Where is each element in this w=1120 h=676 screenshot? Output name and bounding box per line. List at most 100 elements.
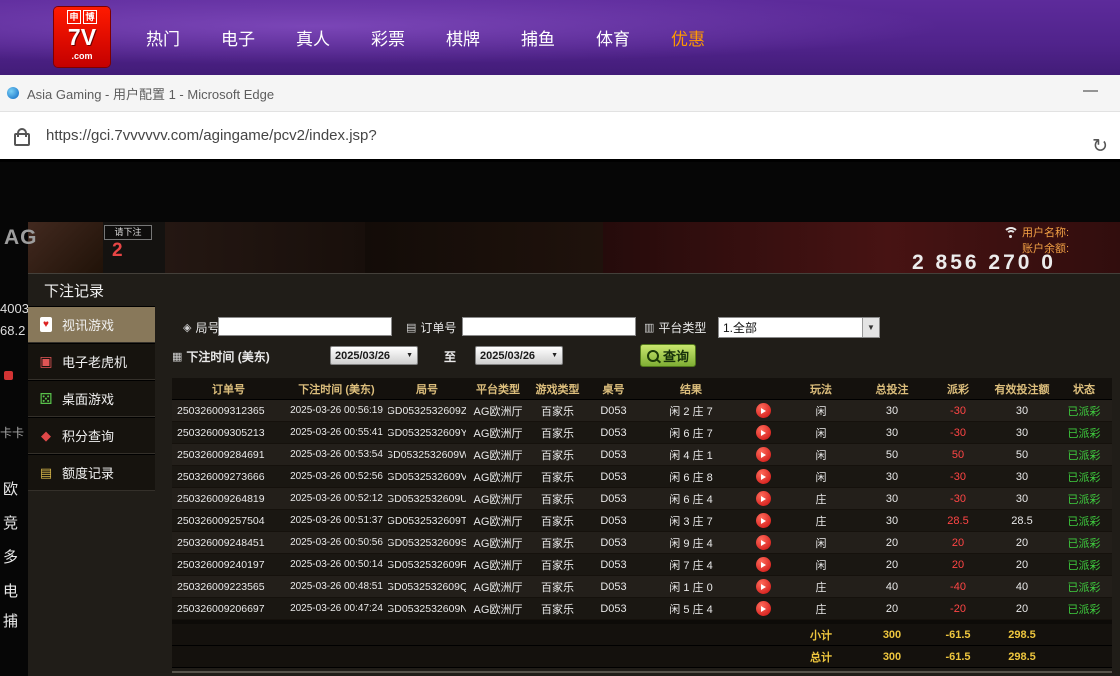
edge-favicon	[7, 87, 19, 99]
search-button[interactable]: 查询	[640, 344, 696, 367]
bg-fragment: 电	[3, 580, 18, 601]
grand-total-spacer	[172, 646, 786, 667]
cell-payout: -20	[928, 598, 988, 619]
cell-payout: -30	[928, 466, 988, 487]
round-number-input[interactable]	[218, 317, 392, 336]
logo-suffix: .com	[71, 51, 92, 61]
account-name-label: 用户名称:	[1022, 224, 1069, 240]
platform-type-select[interactable]: 1.全部 ▼	[718, 317, 880, 338]
replay-play-icon[interactable]	[756, 535, 771, 550]
lock-icon	[14, 133, 30, 146]
nav-item-sports[interactable]: 体育	[596, 25, 630, 50]
cell-result: 闲 9 庄 4	[642, 532, 740, 553]
cell-status: 已派彩	[1056, 422, 1112, 443]
date-from-value: 2025/03/26	[335, 350, 390, 362]
site-logo[interactable]: 申 博 7V .com	[54, 7, 110, 67]
nav-item-board-games[interactable]: 棋牌	[446, 25, 480, 50]
nav-item-slots[interactable]: 电子	[221, 25, 255, 50]
cell-round-no: GD0532532609T	[388, 510, 466, 531]
cell-platform: AG欧洲厅	[466, 422, 530, 443]
subtotal-payout: -61.5	[928, 624, 988, 645]
cell-platform: AG欧洲厅	[466, 400, 530, 421]
sidebar-item-video-games[interactable]: ♥ 视讯游戏	[28, 306, 155, 343]
grand-total-valid-bet: 298.5	[988, 646, 1056, 667]
replay-play-icon[interactable]	[756, 491, 771, 506]
cell-valid-bet: 40	[988, 576, 1056, 597]
cell-bet-time: 2025-03-26 00:52:56	[285, 466, 388, 487]
date-to-picker[interactable]: 2025/03/26 ▼	[475, 346, 563, 365]
cell-round-no: GD0532532609N	[388, 598, 466, 619]
col-header-method: 玩法	[786, 378, 856, 399]
cell-valid-bet: 20	[988, 532, 1056, 553]
replay-play-icon[interactable]	[756, 579, 771, 594]
sidebar-item-points-inquiry[interactable]: ◆ 积分查询	[28, 417, 155, 454]
sidebar-item-quota-records[interactable]: ▤ 额度记录	[28, 454, 155, 491]
cell-game-type: 百家乐	[530, 422, 585, 443]
subtotal-row: 小计 300 -61.5 298.5	[172, 624, 1112, 646]
cell-result: 闲 1 庄 0	[642, 576, 740, 597]
cell-round-no: GD0532532609Q	[388, 576, 466, 597]
cell-platform: AG欧洲厅	[466, 598, 530, 619]
playing-cards-icon: ♥	[37, 317, 55, 332]
replay-play-icon[interactable]	[756, 403, 771, 418]
cell-order-no: 250326009248451	[172, 532, 285, 553]
replay-play-icon[interactable]	[756, 469, 771, 484]
logo-badges: 申 博	[67, 10, 97, 24]
cell-game-type: 百家乐	[530, 598, 585, 619]
cell-payout: -30	[928, 422, 988, 443]
grand-total-status-spacer	[1056, 646, 1112, 667]
replay-play-icon[interactable]	[756, 425, 771, 440]
nav-item-promotions[interactable]: 优惠	[671, 25, 705, 50]
background-image-block	[165, 222, 365, 273]
magnifier-icon	[647, 350, 659, 362]
cell-platform: AG欧洲厅	[466, 488, 530, 509]
cell-result: 闲 2 庄 7	[642, 400, 740, 421]
cell-replay	[740, 466, 786, 487]
order-number-input[interactable]	[462, 317, 636, 336]
cell-table-no: D053	[585, 400, 642, 421]
search-button-label: 查询	[663, 346, 689, 365]
cell-valid-bet: 50	[988, 444, 1056, 465]
replay-play-icon[interactable]	[756, 447, 771, 462]
col-header-game-type: 游戏类型	[530, 378, 585, 399]
replay-play-icon[interactable]	[756, 601, 771, 616]
nav-item-lottery[interactable]: 彩票	[371, 25, 405, 50]
nav-item-live[interactable]: 真人	[296, 25, 330, 50]
cell-round-no: GD0532532609Y	[388, 422, 466, 443]
background-image-block	[365, 222, 603, 273]
sidebar-item-slot-machines[interactable]: ▣ 电子老虎机	[28, 343, 155, 380]
ag-logo-text: AG	[4, 226, 38, 250]
cell-result: 闲 4 庄 1	[642, 444, 740, 465]
cell-replay	[740, 510, 786, 531]
nav-item-hot[interactable]: 热门	[146, 25, 180, 50]
col-header-order-no: 订单号	[172, 378, 285, 399]
bg-fragment: 多	[3, 546, 18, 567]
minimize-button[interactable]: —	[1083, 82, 1098, 99]
cell-platform: AG欧洲厅	[466, 532, 530, 553]
url-text[interactable]: https://gci.7vvvvvv.com/agingame/pcv2/in…	[46, 127, 377, 144]
cell-table-no: D053	[585, 488, 642, 509]
cell-platform: AG欧洲厅	[466, 444, 530, 465]
subtotal-status-spacer	[1056, 624, 1112, 645]
cell-bet-method: 闲	[786, 466, 856, 487]
cell-valid-bet: 28.5	[988, 510, 1056, 531]
cell-table-no: D053	[585, 444, 642, 465]
cell-bet-method: 庄	[786, 510, 856, 531]
replay-play-icon[interactable]	[756, 557, 771, 572]
logo-badge-left: 申	[67, 10, 81, 24]
calendar-icon: ▦	[172, 350, 182, 363]
bg-fragment: 竞	[3, 512, 18, 533]
dropdown-arrow-icon: ▼	[862, 318, 879, 337]
table-row: 2503260092066972025-03-26 00:47:24GD0532…	[172, 598, 1112, 620]
replay-play-icon[interactable]	[756, 513, 771, 528]
sidebar-item-table-games[interactable]: ⚄ 桌面游戏	[28, 380, 155, 417]
account-balance-label: 账户余额:	[1022, 240, 1069, 256]
cell-order-no: 250326009305213	[172, 422, 285, 443]
date-from-picker[interactable]: 2025/03/26 ▼	[330, 346, 418, 365]
cell-bet-method: 闲	[786, 422, 856, 443]
play-triangle	[761, 474, 766, 480]
dropdown-arrow-icon: ▼	[551, 352, 558, 359]
refresh-icon[interactable]: ↻	[1092, 135, 1108, 158]
nav-item-fishing[interactable]: 捕鱼	[521, 25, 555, 50]
window-title: Asia Gaming - 用户配置 1 - Microsoft Edge	[27, 84, 274, 103]
